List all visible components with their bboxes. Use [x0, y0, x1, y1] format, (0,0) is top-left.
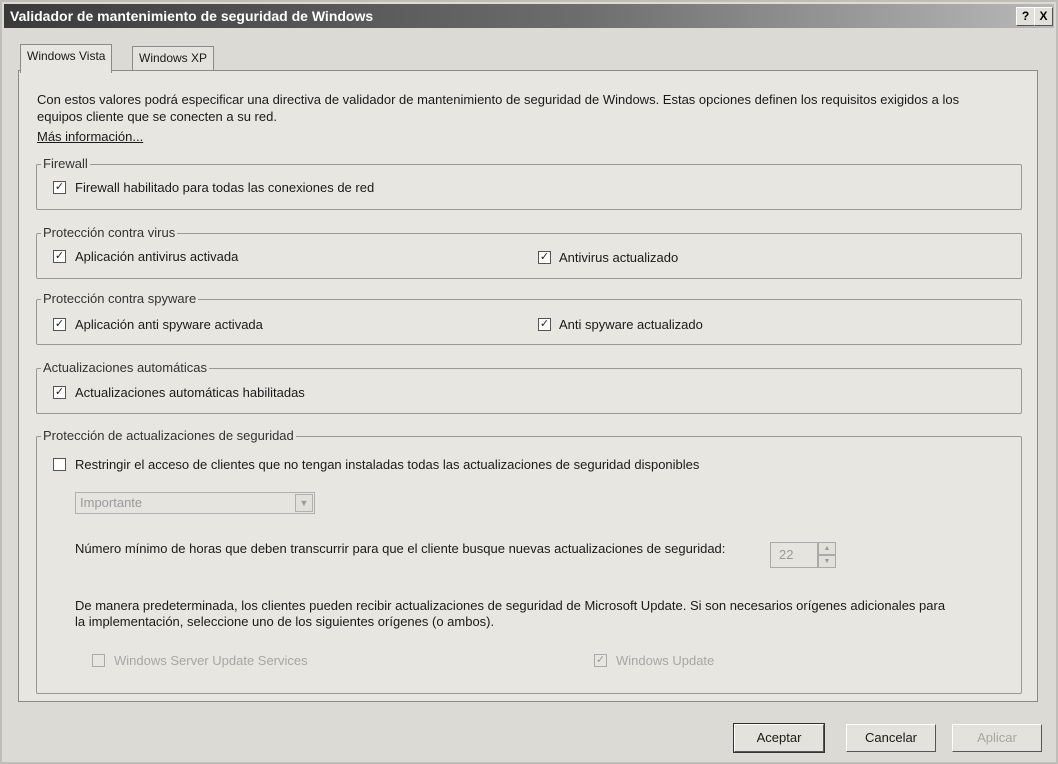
- firewall-checkbox[interactable]: ✓: [53, 181, 66, 194]
- tab-windows-xp[interactable]: Windows XP: [132, 46, 215, 71]
- windows-update-label: Windows Update: [616, 653, 715, 668]
- help-button[interactable]: ?: [1016, 7, 1035, 26]
- antispyware-updated-label: Anti spyware actualizado: [559, 317, 703, 332]
- close-button[interactable]: X: [1034, 7, 1053, 26]
- antivirus-enabled-checkbox[interactable]: ✓: [53, 250, 66, 263]
- window-title: Validador de mantenimiento de seguridad …: [10, 8, 374, 24]
- spin-up-icon[interactable]: ▲: [818, 542, 836, 555]
- security-updates-legend: Protección de actualizaciones de segurid…: [41, 428, 296, 443]
- auto-updates-checkbox[interactable]: ✓: [53, 386, 66, 399]
- intro-text: Con estos valores podrá especificar una …: [37, 92, 960, 124]
- severity-value: Importante: [80, 495, 143, 510]
- title-bar: Validador de mantenimiento de seguridad …: [4, 4, 1054, 28]
- hours-value: 22: [779, 547, 794, 562]
- wsus-label: Windows Server Update Services: [114, 653, 308, 668]
- severity-dropdown[interactable]: Importante ▼: [75, 492, 315, 514]
- firewall-legend: Firewall: [41, 156, 90, 171]
- chevron-down-icon: ▼: [295, 494, 313, 512]
- antispyware-updated-checkbox[interactable]: ✓: [538, 318, 551, 331]
- apply-button[interactable]: Aplicar: [952, 724, 1042, 752]
- hours-label: Número mínimo de horas que deben transcu…: [75, 541, 726, 556]
- sources-text: De manera predeterminada, los clientes p…: [75, 598, 946, 629]
- spin-down-icon[interactable]: ▼: [818, 555, 836, 568]
- more-info-link[interactable]: Más información...: [37, 129, 143, 144]
- virus-legend: Protección contra virus: [41, 225, 178, 240]
- antispyware-enabled-checkbox[interactable]: ✓: [53, 318, 66, 331]
- auto-updates-label: Actualizaciones automáticas habilitadas: [75, 385, 305, 400]
- tab-windows-vista[interactable]: Windows Vista: [20, 44, 113, 73]
- restrict-access-checkbox[interactable]: [53, 458, 66, 471]
- antivirus-updated-checkbox[interactable]: ✓: [538, 251, 551, 264]
- restrict-access-label: Restringir el acceso de clientes que no …: [75, 457, 700, 472]
- firewall-label: Firewall habilitado para todas las conex…: [75, 180, 375, 195]
- spyware-legend: Protección contra spyware: [41, 291, 199, 306]
- antivirus-updated-label: Antivirus actualizado: [559, 250, 679, 265]
- cancel-button[interactable]: Cancelar: [846, 724, 936, 752]
- windows-update-checkbox[interactable]: ✓: [594, 654, 607, 667]
- antivirus-enabled-label: Aplicación antivirus activada: [75, 249, 239, 264]
- wsus-checkbox[interactable]: [92, 654, 105, 667]
- antispyware-enabled-label: Aplicación anti spyware activada: [75, 317, 263, 332]
- ok-button[interactable]: Aceptar: [733, 723, 825, 753]
- hours-spinner[interactable]: 22: [770, 542, 818, 568]
- auto-updates-legend: Actualizaciones automáticas: [41, 360, 210, 375]
